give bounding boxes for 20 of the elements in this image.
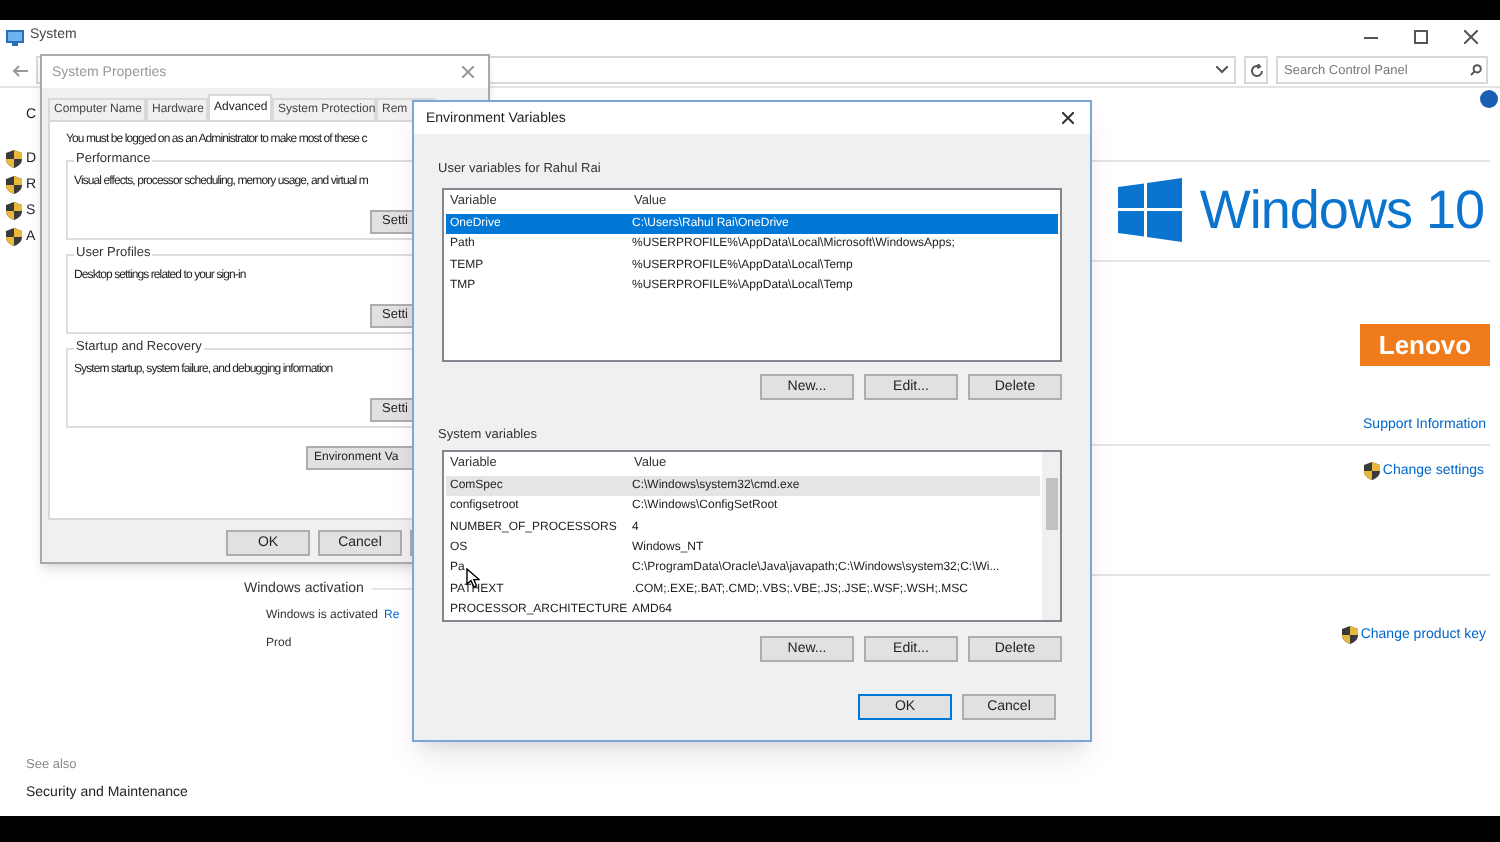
- scrollbar-thumb[interactable]: [1045, 478, 1057, 530]
- shield-icon: [6, 228, 22, 246]
- maximize-icon[interactable]: [1414, 30, 1428, 44]
- oem-logo: Lenovo: [1360, 324, 1490, 366]
- close-icon[interactable]: [1062, 112, 1074, 124]
- computer-icon: [6, 29, 24, 45]
- shield-icon: [6, 150, 22, 168]
- close-icon[interactable]: [1464, 30, 1478, 44]
- scrollbar[interactable]: [1042, 452, 1060, 620]
- shield-icon: [1342, 626, 1359, 644]
- dropdown-icon[interactable]: [1216, 66, 1228, 74]
- shield-icon: [6, 176, 22, 194]
- os-logo-text: Windows 10: [1199, 183, 1484, 237]
- windows-logo-icon: [1117, 178, 1182, 242]
- search-icon: [1470, 64, 1482, 76]
- refresh-icon: [1249, 63, 1263, 77]
- back-icon[interactable]: [12, 63, 28, 77]
- shield-icon: [1364, 462, 1381, 480]
- refresh-button[interactable]: [1244, 56, 1268, 84]
- shield-icon: [6, 202, 22, 220]
